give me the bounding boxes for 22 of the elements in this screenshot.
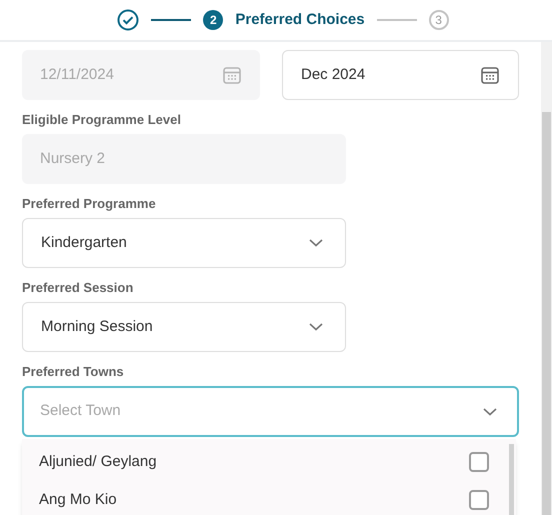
select-field[interactable]: Kindergarten xyxy=(22,218,346,268)
field-label: Preferred Session xyxy=(22,281,134,295)
checkbox[interactable] xyxy=(469,452,489,472)
step-number: 2 xyxy=(203,10,224,30)
chevron-down-icon xyxy=(483,408,497,416)
town-option[interactable]: Aljunied/ Geylang xyxy=(22,443,509,481)
scrollbar[interactable] xyxy=(542,112,551,515)
step-label: Preferred Choices xyxy=(235,10,365,30)
field-label: Preferred Towns xyxy=(22,365,125,379)
chevron-down-icon xyxy=(309,239,323,247)
field-label: Preferred Programme xyxy=(22,197,157,211)
checkbox[interactable] xyxy=(469,490,489,510)
field-label: Eligible Programme Level xyxy=(22,113,182,127)
chevron-down-icon xyxy=(309,323,323,331)
calendar-icon xyxy=(222,65,242,85)
step-number: 3 xyxy=(428,10,449,30)
calendar-icon xyxy=(480,65,500,85)
scrollbar[interactable] xyxy=(509,444,514,515)
town-option[interactable]: Ang Mo Kio xyxy=(22,481,509,515)
date-field[interactable]: Dec 2024 xyxy=(282,50,519,100)
select-field[interactable]: Morning Session xyxy=(22,302,346,352)
level-field: Nursery 2 xyxy=(22,134,346,184)
